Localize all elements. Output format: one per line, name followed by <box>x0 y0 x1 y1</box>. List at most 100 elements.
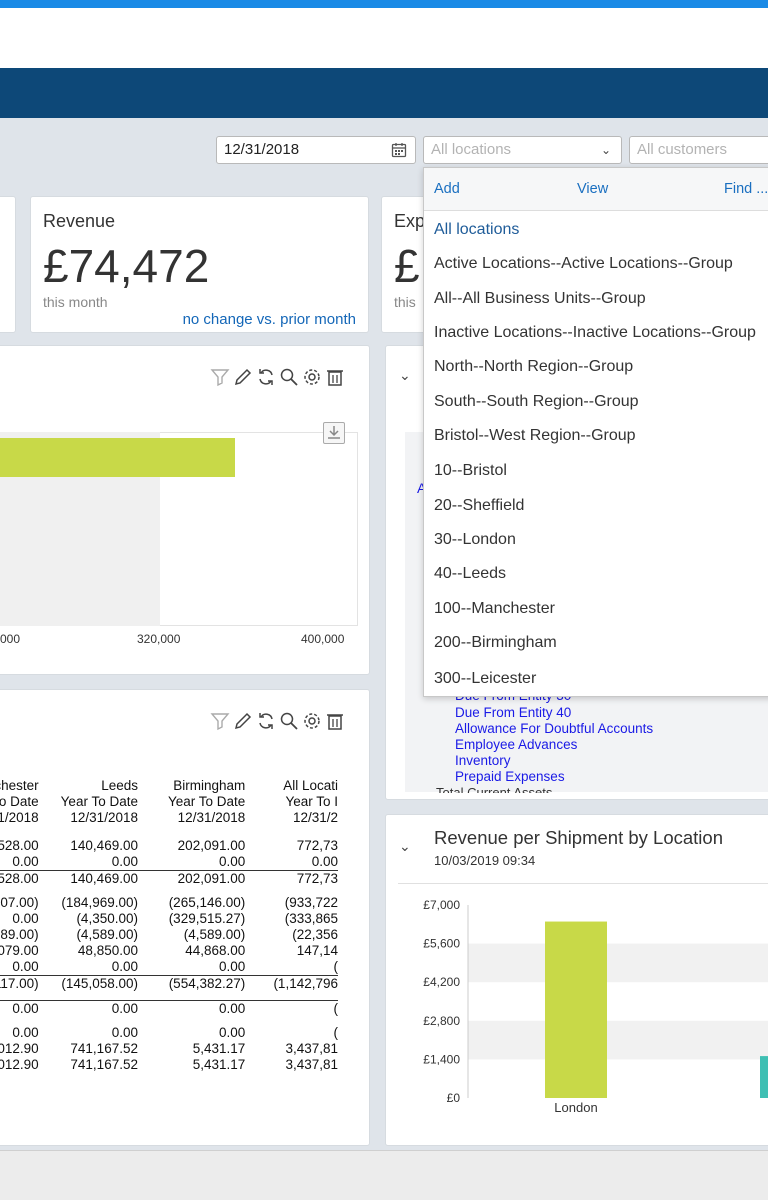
date-filter-field[interactable]: 12/31/2018 <box>216 136 416 164</box>
revenue-comparison-link[interactable]: no change vs. prior month <box>183 311 356 328</box>
chart1-x-tick: 320,000 <box>137 632 181 646</box>
table-header-cell: 12/31/2 <box>292 810 338 825</box>
table-cell: 012.90 <box>0 1056 39 1072</box>
location-option[interactable]: 20--Sheffield <box>434 497 524 515</box>
collapse-chevron-icon[interactable]: ⌄ <box>399 367 411 384</box>
revenue-per-shipment-chart: £0£1,400£2,800£4,200£5,600£7,000LondonMa <box>423 898 768 1115</box>
table-cell: (1,142,796 <box>245 975 338 992</box>
refresh-icon[interactable] <box>256 711 276 731</box>
trash-icon[interactable] <box>325 711 345 731</box>
table-cell: 0.00 <box>12 854 39 869</box>
gear-icon[interactable] <box>302 367 322 387</box>
revenue-card-title: Revenue <box>43 211 116 231</box>
table-row: 528.00 140,469.00 202,091.00 772,73 <box>0 870 338 887</box>
table-cell: 147,14 <box>296 943 338 958</box>
table-cell: 772,73 <box>245 870 338 887</box>
table-row: 117.00)(145,058.00)(554,382.27)(1,142,79… <box>0 975 338 992</box>
table-cell: 0.00 <box>111 854 138 869</box>
table-cell <box>245 992 338 1000</box>
account-link[interactable]: Allowance For Doubtful Accounts <box>455 721 653 736</box>
table-cell: 741,167.52 <box>70 1040 138 1056</box>
table-cell: 3,437,81 <box>285 1056 338 1072</box>
table-header-cell: Year To I <box>285 794 338 809</box>
grid-band <box>468 943 768 983</box>
location-option[interactable]: All--All Business Units--Group <box>434 290 646 308</box>
dropdown-view-link[interactable]: View <box>577 181 608 197</box>
dropdown-find-link[interactable]: Find ... <box>724 181 768 197</box>
table-row: 0.00 (4,350.00) (329,515.27) (333,865 <box>0 911 338 927</box>
refresh-icon[interactable] <box>256 367 276 387</box>
download-icon[interactable] <box>323 422 345 444</box>
location-option[interactable]: 30--London <box>434 531 516 549</box>
collapse-chevron-icon[interactable]: ⌄ <box>399 838 411 855</box>
location-option[interactable]: All locations <box>434 221 519 239</box>
chart1-bar[interactable] <box>0 438 235 477</box>
filter-icon[interactable] <box>210 711 230 731</box>
table-cell: 202,091.00 <box>177 838 246 853</box>
calendar-icon[interactable] <box>391 142 407 158</box>
date-filter-value: 12/31/2018 <box>224 141 300 158</box>
table-row: 079.00 48,850.00 44,868.00 147,14 <box>0 943 338 959</box>
table-cell: 5,431.17 <box>192 1056 246 1072</box>
report-panel-toolbar <box>210 710 345 732</box>
revenue-card-period: this month <box>43 294 108 310</box>
y-axis-tick: £4,200 <box>423 975 460 989</box>
table-cell: 140,469.00 <box>70 838 138 853</box>
location-filter-select[interactable]: All locations ⌄ <box>423 136 622 164</box>
revenue-kpi-card: Revenue £74,472 this month no change vs.… <box>30 196 369 333</box>
location-option[interactable]: 10--Bristol <box>434 462 507 480</box>
edit-icon[interactable] <box>233 367 253 387</box>
table-cell: 0.00 <box>12 911 39 926</box>
filter-icon[interactable] <box>210 367 230 387</box>
dropdown-add-link[interactable]: Add <box>434 181 460 197</box>
location-option[interactable]: 100--Manchester <box>434 600 555 618</box>
table-cell <box>0 1017 39 1025</box>
location-option[interactable]: 300--Leicester <box>434 670 536 688</box>
location-option[interactable]: North--North Region--Group <box>434 358 633 376</box>
table-cell: 0.00 <box>12 959 39 974</box>
location-option[interactable]: Active Locations--Active Locations--Grou… <box>434 255 733 273</box>
revenue-bar[interactable] <box>760 1056 768 1098</box>
account-link[interactable]: Employee Advances <box>455 737 577 752</box>
customer-filter-placeholder: All customers <box>637 141 728 158</box>
table-header-row: 1/2018 12/31/2018 12/31/2018 12/31/2 <box>0 810 338 826</box>
table-cell: 0.00 <box>218 854 246 869</box>
location-option[interactable]: Bristol--West Region--Group <box>434 427 636 445</box>
revenue-bar[interactable] <box>545 921 607 1098</box>
customer-filter-select[interactable]: All customers <box>629 136 768 164</box>
location-option[interactable]: South--South Region--Group <box>434 393 639 411</box>
table-cell: 48,850.00 <box>77 943 138 958</box>
y-axis-tick: £2,800 <box>423 1014 460 1028</box>
table-cell <box>245 1017 338 1025</box>
x-axis-category-label: London <box>554 1100 597 1115</box>
location-option[interactable]: Inactive Locations--Inactive Locations--… <box>434 324 756 342</box>
location-option[interactable]: 200--Birmingham <box>434 634 557 652</box>
gear-icon[interactable] <box>302 711 322 731</box>
revenue-chart-timestamp: 10/03/2019 09:34 <box>434 853 536 868</box>
total-row-clip: Total Current Assets <box>436 784 676 793</box>
divider <box>398 883 768 884</box>
table-cell: 012.90 <box>0 1040 39 1056</box>
table-row <box>0 1017 338 1025</box>
financial-table: chester Leeds Birmingham All Locati o Date Ye… <box>0 778 338 1073</box>
search-icon[interactable] <box>279 367 299 387</box>
table-cell: 0.00 <box>38 999 138 1017</box>
y-axis-tick: £1,400 <box>423 1052 460 1066</box>
table-cell: 44,868.00 <box>185 943 246 958</box>
chart-panel-toolbar <box>210 366 345 388</box>
edit-icon[interactable] <box>233 711 253 731</box>
table-cell <box>39 1017 138 1025</box>
account-link[interactable]: Inventory <box>455 753 511 768</box>
location-option[interactable]: 40--Leeds <box>434 565 506 583</box>
account-link[interactable]: Due From Entity 40 <box>455 705 571 720</box>
table-cell: 0.00 <box>111 1024 138 1040</box>
trash-icon[interactable] <box>325 367 345 387</box>
revenue-card-value: £74,472 <box>43 240 210 292</box>
table-header-cell: Birmingham <box>173 778 246 793</box>
table-header-cell: Year To Date <box>167 794 246 809</box>
table-header-cell: All Locati <box>283 778 338 793</box>
search-icon[interactable] <box>279 711 299 731</box>
account-link[interactable]: Prepaid Expenses <box>455 769 565 784</box>
table-cell: 0.00 <box>218 959 246 974</box>
table-header-cell: chester <box>0 778 39 793</box>
